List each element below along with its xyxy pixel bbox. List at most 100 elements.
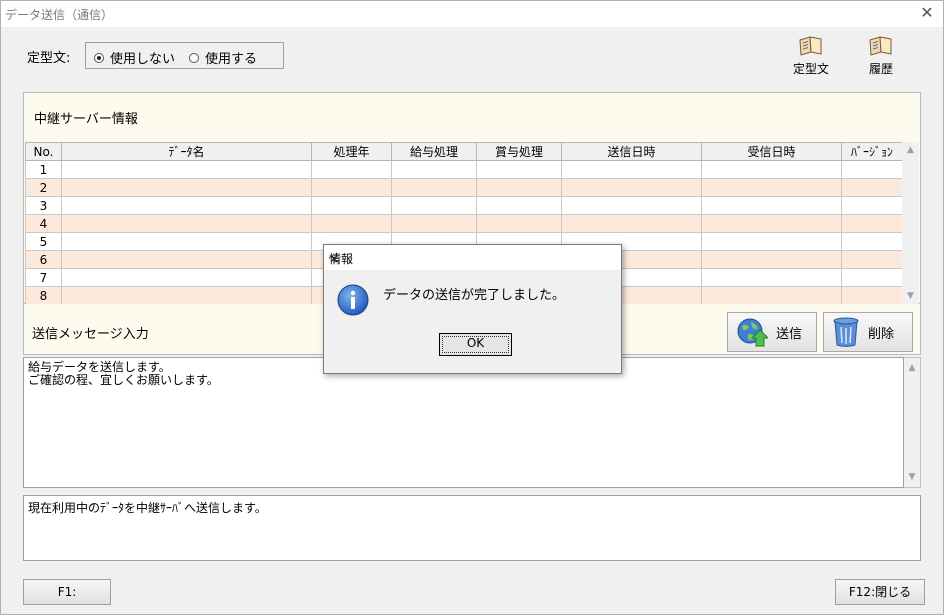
radio-unchecked-icon [189,52,199,63]
table-cell[interactable] [61,160,312,179]
message-scrollbar[interactable]: ▲ ▼ [904,357,921,488]
column-header[interactable]: 処理年 [311,142,392,161]
table-cell[interactable] [476,214,562,233]
table-cell[interactable] [391,160,477,179]
table-cell[interactable] [61,268,312,287]
table-cell[interactable] [841,214,903,233]
send-button[interactable]: 送信 [727,312,817,352]
table-cell[interactable] [561,160,702,179]
table-cell[interactable] [311,178,392,197]
table-cell[interactable]: 4 [25,214,62,233]
table-cell[interactable]: 3 [25,196,62,215]
table-cell[interactable]: 8 [25,286,62,305]
table-cell[interactable] [561,214,702,233]
template-label: 定型文: [27,51,71,66]
table-row[interactable]: 3 [25,196,903,215]
radio-no-label: 使用しない [110,52,176,67]
table-header-row: No. ﾃﾞｰﾀ名 処理年 給与処理 賞与処理 送信日時 受信日時 ﾊﾞｰｼﾞｮ… [25,142,903,161]
history-button[interactable]: 履歴 [853,34,909,78]
window-title: データ送信（通信） [5,8,114,22]
table-cell[interactable]: 7 [25,268,62,287]
f1-button[interactable]: F1: [23,579,111,605]
table-cell[interactable] [701,160,842,179]
table-cell[interactable] [391,214,477,233]
table-cell[interactable] [311,214,392,233]
table-cell[interactable] [391,196,477,215]
table-cell[interactable] [701,250,842,269]
info-icon [337,284,369,316]
table-cell[interactable] [841,250,903,269]
table-cell[interactable]: 2 [25,178,62,197]
table-cell[interactable] [311,160,392,179]
table-cell[interactable] [841,232,903,251]
send-globe-icon [737,318,768,347]
send-button-label: 送信 [776,326,803,342]
table-cell[interactable] [61,196,312,215]
ok-button[interactable]: OK [439,333,512,356]
table-cell[interactable] [701,178,842,197]
table-row[interactable]: 1 [25,160,903,179]
template-radio-group: 使用しない 使用する [85,42,284,69]
radio-use-template[interactable]: 使用する [189,48,257,67]
table-cell[interactable] [61,178,312,197]
table-cell[interactable] [561,196,702,215]
info-dialog: 情報 ✕ データの送信が完了しました。 OK [323,244,622,374]
radio-yes-label: 使用する [205,52,258,67]
table-cell[interactable] [561,178,702,197]
column-header[interactable]: 送信日時 [561,142,702,161]
table-cell[interactable] [841,286,903,305]
table-cell[interactable] [701,214,842,233]
table-cell[interactable]: 5 [25,232,62,251]
column-header[interactable]: 給与処理 [391,142,477,161]
table-row[interactable]: 4 [25,214,903,233]
column-header[interactable]: ﾊﾞｰｼﾞｮﾝ [841,142,903,161]
scroll-down-icon[interactable]: ▼ [904,469,920,485]
delete-button-label: 削除 [868,326,895,342]
table-cell[interactable]: 1 [25,160,62,179]
scroll-down-icon[interactable]: ▼ [902,288,919,304]
table-scrollbar[interactable]: ▲ ▼ [902,142,919,304]
focus-ring [442,336,509,353]
column-header[interactable]: 賞与処理 [476,142,562,161]
table-cell[interactable] [701,196,842,215]
table-cell[interactable] [841,196,903,215]
column-header[interactable]: No. [25,142,62,161]
table-cell[interactable] [391,178,477,197]
radio-checked-icon [94,52,104,63]
table-cell[interactable] [701,232,842,251]
column-header[interactable]: ﾃﾞｰﾀ名 [61,142,312,161]
template-button[interactable]: 定型文 [783,34,839,78]
scroll-up-icon[interactable]: ▲ [904,360,920,376]
f12-close-button[interactable]: F12:閉じる [835,579,925,605]
table-cell[interactable] [61,232,312,251]
table-cell[interactable] [61,286,312,305]
table-cell[interactable] [476,178,562,197]
dialog-close-icon[interactable]: ✕ [329,250,615,268]
table-cell[interactable] [476,160,562,179]
main-window: データ送信（通信） ✕ 定型文: 使用しない 使用する 定型文 履歴 中継サーバ… [0,0,944,615]
table-cell[interactable] [311,196,392,215]
history-button-label: 履歴 [868,62,893,76]
table-cell[interactable] [61,214,312,233]
table-cell[interactable] [476,196,562,215]
message-input-label: 送信メッセージ入力 [32,327,149,342]
status-message: 現在利用中のﾃﾞｰﾀを中継ｻｰﾊﾞへ送信します。 [23,495,921,561]
close-icon[interactable]: ✕ [917,3,937,23]
table-cell[interactable] [841,178,903,197]
column-header[interactable]: 受信日時 [701,142,842,161]
message-textarea[interactable]: 給与データを送信します。 ご確認の程、宜しくお願いします。 [23,357,904,488]
table-cell[interactable] [841,268,903,287]
radio-no-template[interactable]: 使用しない [94,48,175,67]
table-row[interactable]: 2 [25,178,903,197]
table-cell[interactable] [841,160,903,179]
trash-icon [833,317,859,347]
book-icon [869,36,892,56]
delete-button[interactable]: 削除 [823,312,913,352]
table-cell[interactable] [61,250,312,269]
title-bar: データ送信（通信） ✕ [1,1,943,27]
table-cell[interactable]: 6 [25,250,62,269]
dialog-message: データの送信が完了しました。 [383,288,566,303]
table-cell[interactable] [701,268,842,287]
scroll-up-icon[interactable]: ▲ [902,142,919,158]
table-cell[interactable] [701,286,842,305]
